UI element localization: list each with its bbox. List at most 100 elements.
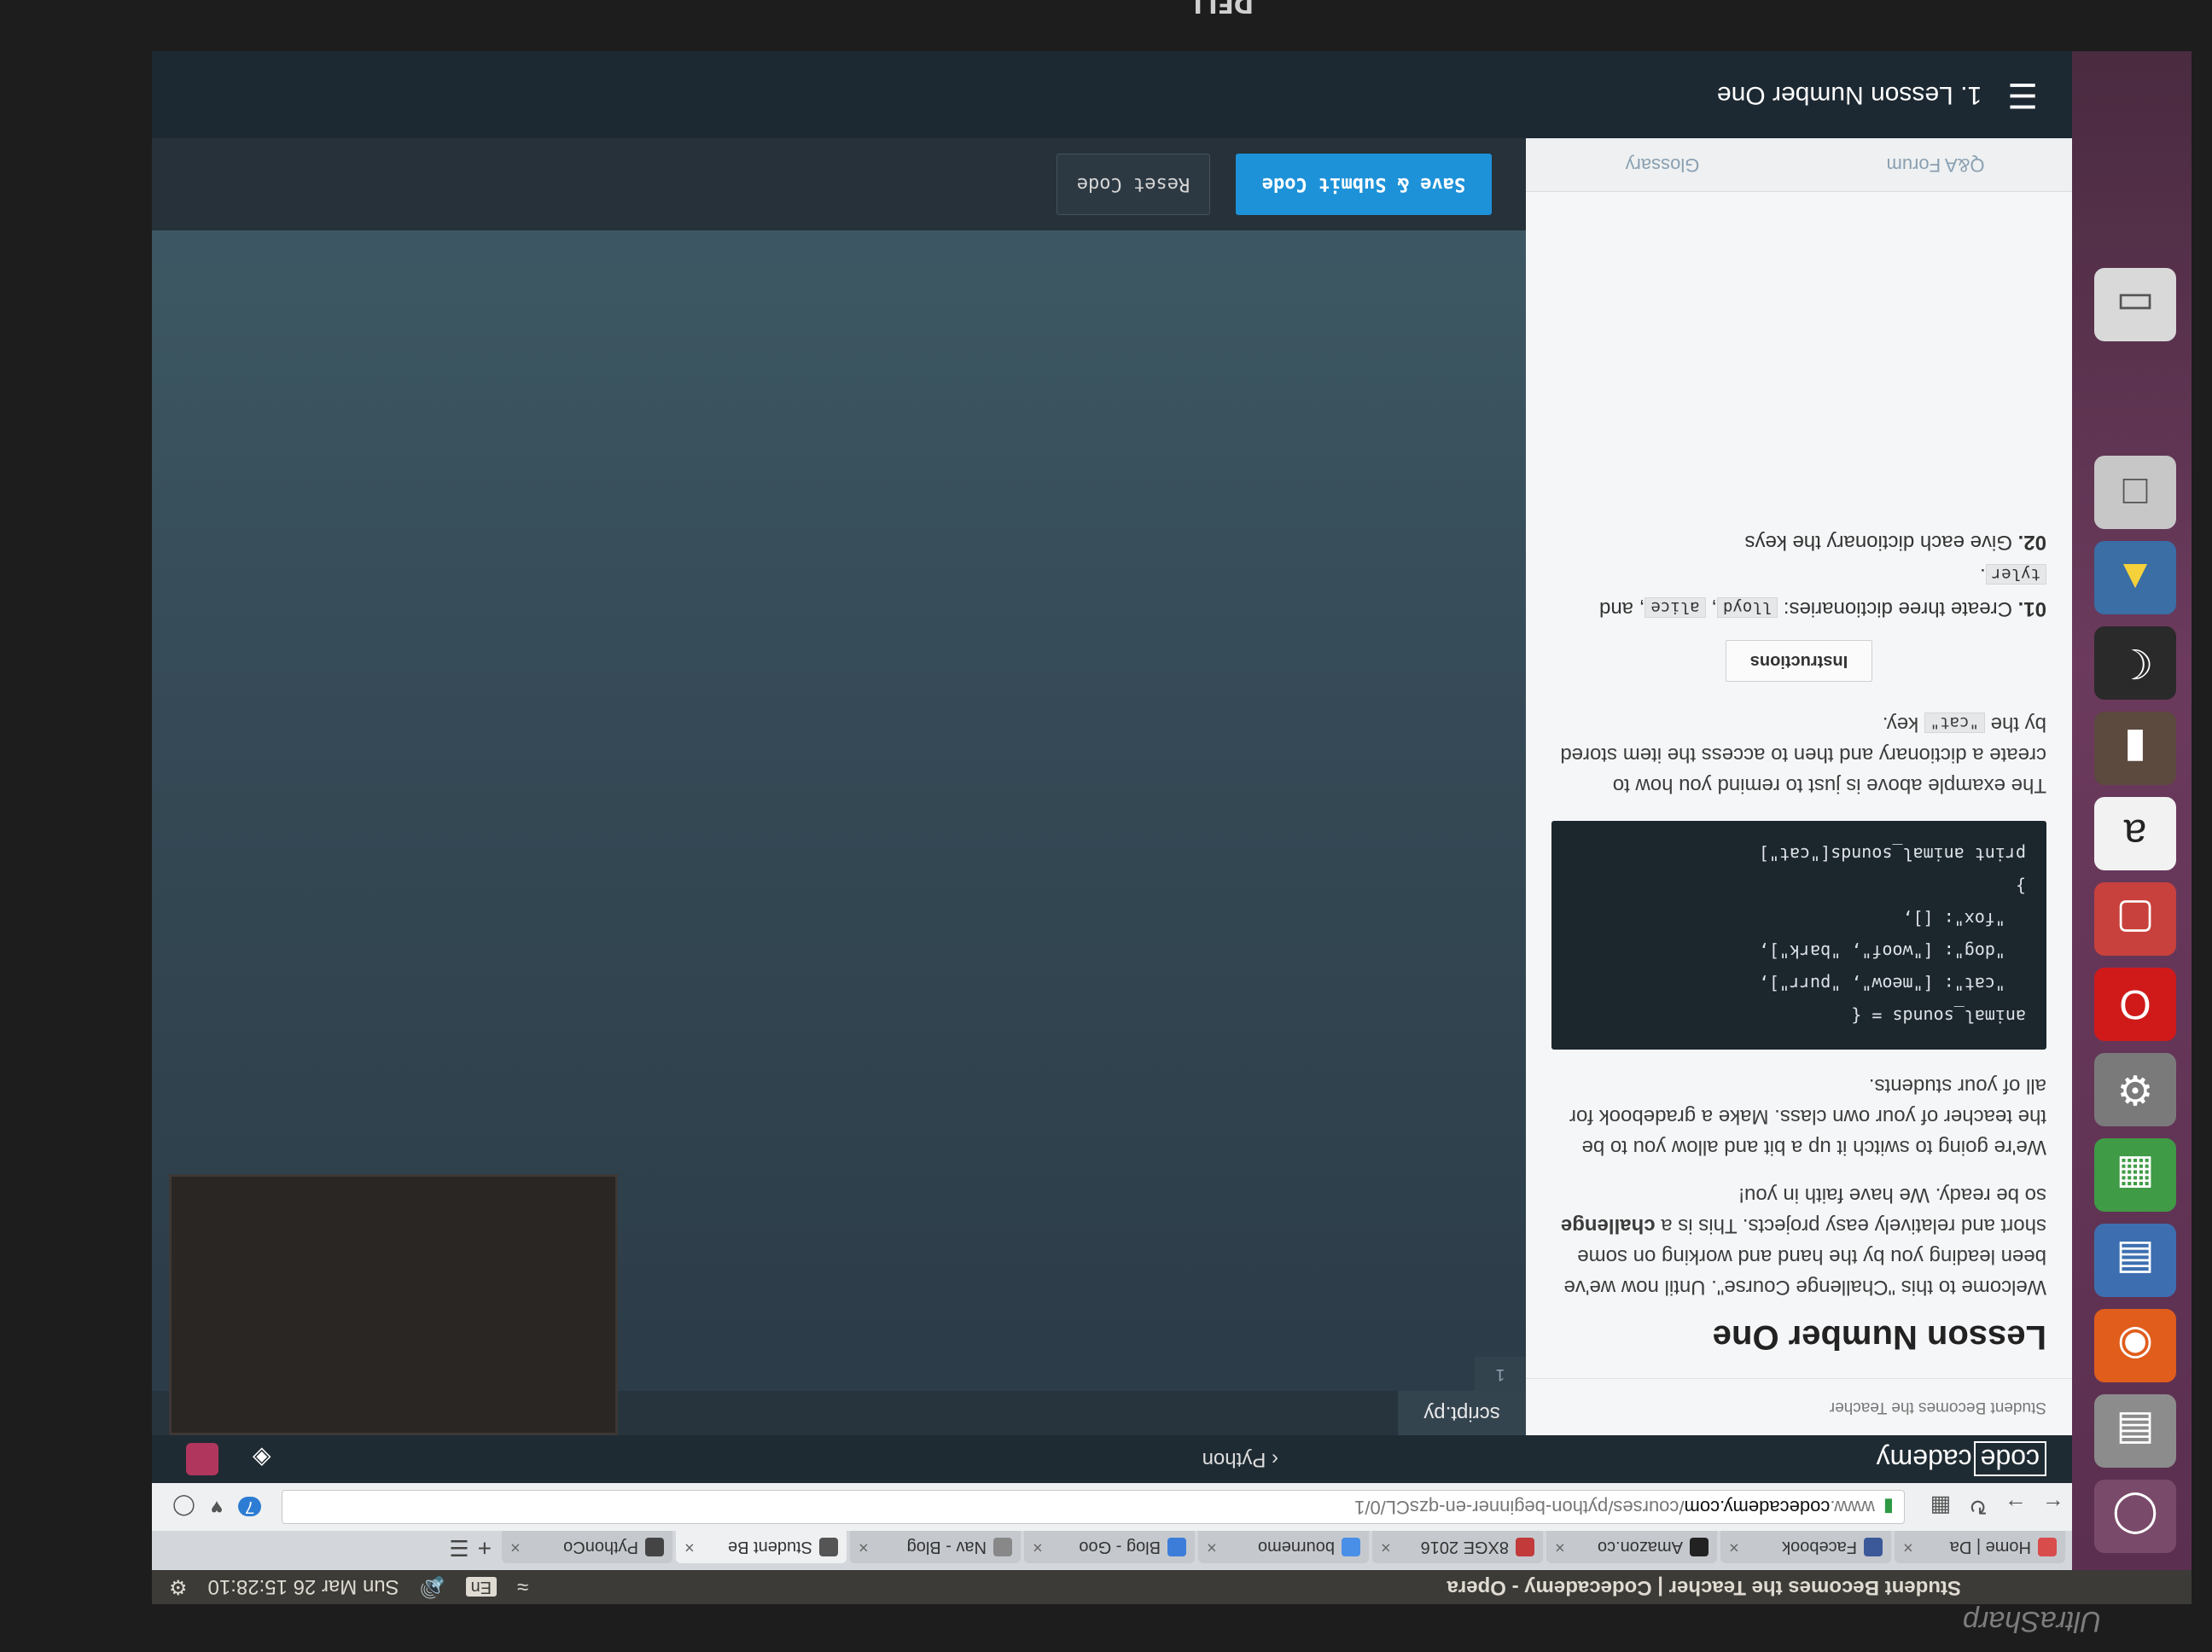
qa-forum-link[interactable]: Q&A Forum — [1799, 154, 2072, 176]
tab-close-icon[interactable]: × — [1033, 1538, 1043, 1557]
tab-bar: Home | Da × Facebook × Amazon.co × 8XGE 201… — [152, 1531, 2072, 1570]
new-tab-plus-icon[interactable]: + — [478, 1534, 492, 1562]
opera-icon[interactable]: O — [2094, 968, 2176, 1041]
trash-icon[interactable]: ▭ — [2094, 268, 2176, 341]
tab-close-icon[interactable]: × — [1555, 1538, 1565, 1557]
code-line: "cat": ["meow", "purr"], — [1758, 974, 2026, 994]
avatar[interactable] — [186, 1443, 218, 1475]
codecademy-favicon-icon — [819, 1538, 838, 1556]
course-menu[interactable]: ‹ Python — [1202, 1447, 1278, 1471]
tab-student-becomes[interactable]: Student Be × — [676, 1531, 847, 1563]
address-bar: ← → ↻ ▦ ▮ www. codecademy.com/courses/pyt… — [152, 1482, 2072, 1531]
writer-icon[interactable]: ▤ — [2094, 1224, 2176, 1297]
lesson-nav-bar: ☰ 1. Lesson Number One — [152, 51, 2072, 138]
clock[interactable]: Sun Mar 26 15:28:10 — [208, 1575, 399, 1599]
tab-menu-icon[interactable]: ☰ — [449, 1534, 469, 1561]
notification-bell-icon[interactable]: ◈ — [253, 1446, 271, 1474]
tab-close-icon[interactable]: × — [1381, 1538, 1391, 1557]
instructions-list: 01. Create three dictionaries: lloyd, al… — [1526, 526, 2072, 640]
calc-icon[interactable]: ▦ — [2094, 1138, 2176, 1212]
tab-script-py[interactable]: script.py — [1398, 1391, 1526, 1435]
header-right: ◈ — [186, 1443, 271, 1475]
monitor-logo: DELL — [1186, 0, 1254, 19]
tab-close-icon[interactable]: × — [1903, 1538, 1913, 1557]
tab-nav-blog[interactable]: Nav - Blog × — [850, 1531, 1021, 1563]
code-sample: animal_sounds = { "cat": ["meow", "purr"… — [1551, 821, 2046, 1050]
code-editor-area: script.py 1 Save & Submit Code Reset Cod… — [152, 138, 1526, 1435]
files-icon[interactable]: ▤ — [2094, 1394, 2176, 1468]
panel-indicators: ≈ En 🔊 Sun Mar 26 15:28:10 ⚙ — [169, 1574, 528, 1599]
tab-bournemo[interactable]: bournemo × — [1198, 1531, 1369, 1563]
system-settings-icon[interactable]: ⚙ — [2094, 1053, 2176, 1126]
tab-instructions[interactable]: Instructions — [1726, 640, 1872, 682]
moon-icon[interactable]: ☾ — [2094, 626, 2176, 700]
url-input[interactable]: ▮ www. codecademy.com/courses/python-begi… — [282, 1490, 1905, 1524]
url-path: /courses/python-beginner-en-qzsCL/0/1 — [1354, 1497, 1685, 1518]
codecademy-header: code cademy ‹ Python ◈ — [152, 1435, 2072, 1483]
keyboard-language[interactable]: En — [465, 1577, 498, 1597]
tab-close-icon[interactable]: × — [1207, 1538, 1217, 1557]
code-line: "dog": ["woof", "bark"], — [1758, 941, 2026, 962]
firefox-icon[interactable]: ◉ — [2094, 1309, 2176, 1382]
instruction-step-2: 02. Give each dictionary the keys — [1744, 531, 2046, 554]
tab-blog[interactable]: Blog - Goo × — [1024, 1531, 1195, 1563]
google-favicon-icon — [1342, 1538, 1360, 1556]
extension-badge[interactable]: 7 — [238, 1497, 262, 1517]
codecademy-logo[interactable]: code cademy — [1877, 1441, 2046, 1477]
secure-lock-icon: ▮ — [1883, 1497, 1894, 1518]
code-line: } — [2015, 876, 2026, 897]
page-favicon-icon — [993, 1538, 1012, 1556]
instruction-step-1: 01. Create three dictionaries: lloyd, al… — [1599, 564, 2046, 620]
glossary-link[interactable]: Glossary — [1526, 154, 1799, 176]
tab-close-icon[interactable]: × — [684, 1538, 695, 1557]
url-host: codecademy.com — [1684, 1497, 1831, 1518]
tab-facebook[interactable]: Facebook × — [1720, 1531, 1891, 1563]
settings-gear-icon[interactable]: ⚙ — [169, 1574, 188, 1599]
amazon-favicon-icon — [1690, 1538, 1708, 1556]
code-line: "fox": [], — [1902, 909, 2026, 929]
tab-python[interactable]: PythonCo × — [502, 1531, 672, 1563]
forward-arrow-icon[interactable]: → — [1997, 1494, 2034, 1521]
volume-icon[interactable]: 🔊 — [420, 1574, 445, 1599]
impress-icon[interactable]: ▢ — [2094, 882, 2176, 956]
tab-amazon[interactable]: Amazon.co × — [1546, 1531, 1717, 1563]
lesson-paragraph-2: We're going to switch it up a bit and al… — [1569, 1074, 2046, 1159]
tab-home[interactable]: Home | Da × — [1895, 1531, 2065, 1563]
url-prefix: www. — [1830, 1497, 1875, 1518]
amazon-icon[interactable]: a — [2094, 797, 2176, 870]
tab-8xge[interactable]: 8XGE 2016 × — [1372, 1531, 1543, 1563]
heart-icon[interactable]: ♥ — [211, 1495, 223, 1519]
save-submit-button[interactable]: Save & Submit Code — [1236, 154, 1492, 215]
8xge-favicon-icon — [1516, 1538, 1534, 1556]
lesson-title: Lesson Number One — [1712, 1318, 2046, 1356]
breadcrumb[interactable]: Student Becomes the Teacher — [1526, 1378, 2072, 1435]
reload-icon[interactable]: ↻ — [1959, 1494, 1997, 1521]
wifi-icon[interactable]: ≈ — [517, 1575, 528, 1599]
tab-close-icon[interactable]: × — [510, 1538, 521, 1557]
home-favicon-icon — [2038, 1538, 2057, 1556]
lesson-nav-title[interactable]: 1. Lesson Number One — [1717, 80, 1982, 109]
reset-code-button[interactable]: Reset Code — [1057, 154, 1210, 215]
python-icon[interactable]: ▲ — [2094, 541, 2176, 614]
output-console[interactable] — [169, 1174, 618, 1435]
lesson-panel: Student Becomes the Teacher Lesson Numbe… — [1526, 138, 2072, 1435]
back-arrow-icon[interactable]: ← — [2034, 1494, 2072, 1521]
hamburger-menu-icon[interactable]: ☰ — [2007, 75, 2038, 114]
launcher: ◯ ▤ ◉ ▤ ▦ ⚙ O ▢ a ▮ ☾ ▲ □ ▭ — [2072, 51, 2192, 1570]
speed-dial-grid-icon[interactable]: ▦ — [1922, 1494, 1959, 1521]
usb-drive-icon[interactable]: □ — [2094, 456, 2176, 529]
extensions-area: 7 ♥ ◯ — [172, 1495, 262, 1520]
loading-favicon-icon — [645, 1538, 664, 1556]
line-number: 1 — [1475, 1357, 1526, 1391]
screen: Student Becomes the Teacher | Codecademy… — [152, 51, 2192, 1604]
top-panel: Student Becomes the Teacher | Codecademy… — [152, 1570, 2192, 1604]
window-title: Student Becomes the Teacher | Codecademy… — [1447, 1576, 1961, 1599]
code-line: print animal_sounds["cat"] — [1758, 844, 2026, 864]
download-icon[interactable]: ◯ — [172, 1495, 195, 1520]
dash-home-icon[interactable]: ◯ — [2094, 1480, 2176, 1553]
tab-close-icon[interactable]: × — [859, 1538, 869, 1557]
lesson-footer: Q&A Forum Glossary — [1526, 138, 2072, 192]
browser-window: Home | Da × Facebook × Amazon.co × 8XGE 201… — [152, 51, 2072, 1570]
books-icon[interactable]: ▮ — [2094, 712, 2176, 785]
tab-close-icon[interactable]: × — [1729, 1538, 1739, 1557]
